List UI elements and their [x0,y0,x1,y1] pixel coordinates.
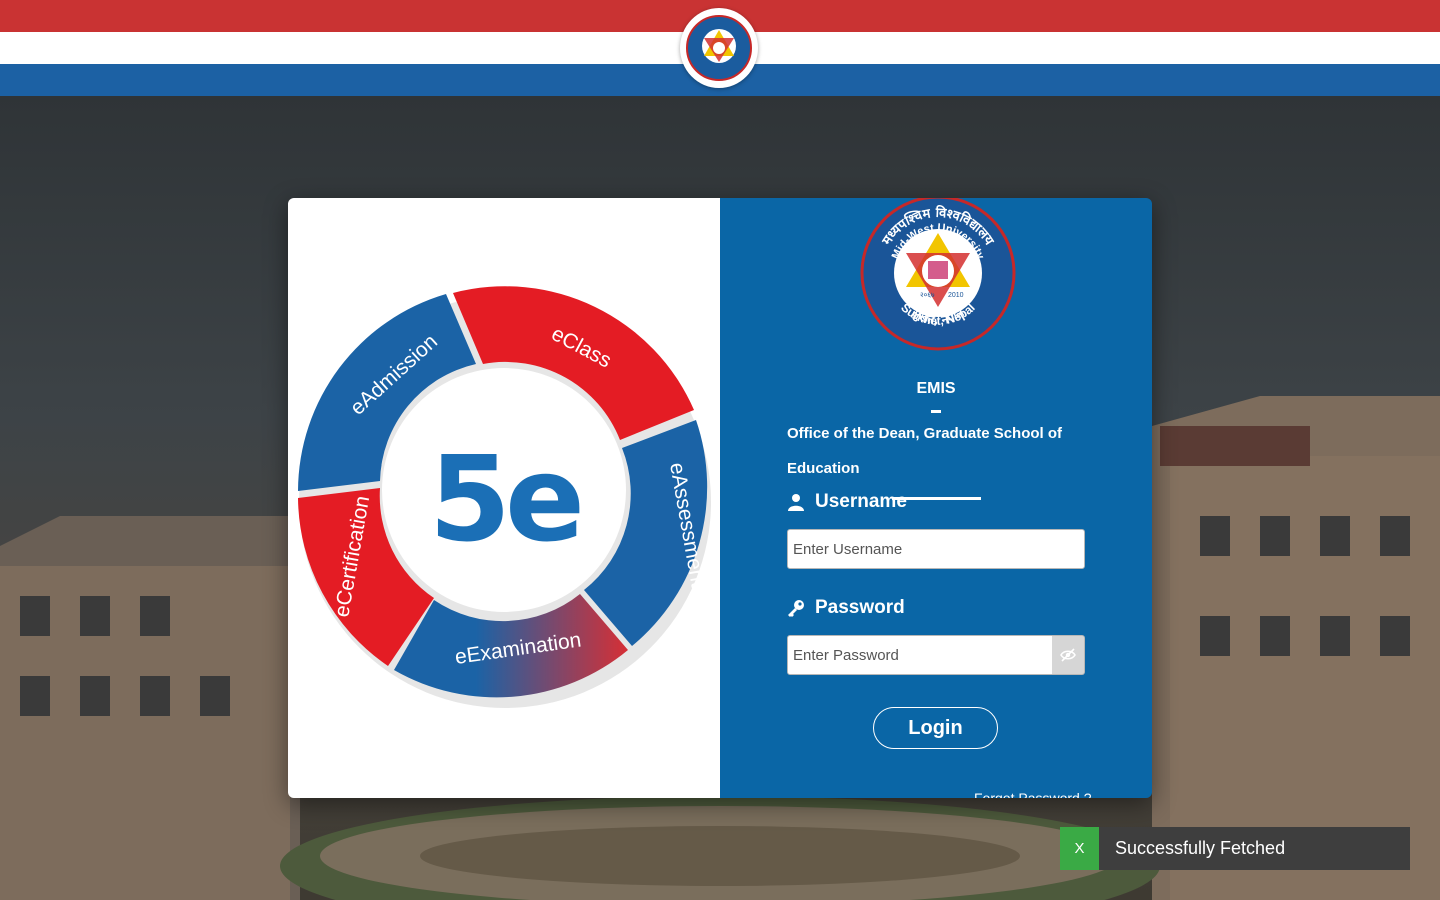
app-title: EMIS [916,380,956,397]
5e-wheel-graphic: eClass eAssessment eExamination eCertifi… [298,286,711,708]
user-icon [787,493,805,511]
seal-year-ad: 2010 [948,292,964,299]
university-logo: मध्यपश्चिम विश्वविद्यालय Mid-West Univer… [858,198,1018,353]
5e-center-text: 5e [429,430,580,568]
key-icon [787,599,805,617]
username-label: Username [787,491,907,513]
password-label-text: Password [815,597,905,618]
login-panel: मध्यपश्चिम विश्वविद्यालय Mid-West Univer… [720,198,1152,798]
forgot-password-link[interactable]: Forgot Password ? [974,790,1092,798]
eye-slash-icon [1060,648,1076,662]
university-seal-icon: मध्यपश्चिम विश्वविद्यालय Mid-West Univer… [860,198,1016,351]
toast-close-button[interactable]: X [1060,827,1099,870]
toast-notification: X Successfully Fetched [1060,827,1410,870]
toast-message: Successfully Fetched [1115,838,1286,858]
password-label: Password [787,597,905,619]
university-seal-icon [686,15,752,81]
username-label-text: Username [815,491,907,512]
password-input[interactable] [787,635,1053,675]
promo-panel: eClass eAssessment eExamination eCertifi… [288,198,720,798]
login-button[interactable]: Login [873,707,998,749]
office-title: Office of the Dean, Graduate School of E… [787,425,1063,477]
login-card: eClass eAssessment eExamination eCertifi… [288,198,1152,798]
header-logo [680,8,758,88]
username-label-underline [892,497,981,500]
username-input[interactable] [787,529,1085,569]
title-divider [931,410,941,413]
seal-year-bs: २०६७ [920,291,935,299]
password-visibility-toggle[interactable] [1052,635,1085,675]
